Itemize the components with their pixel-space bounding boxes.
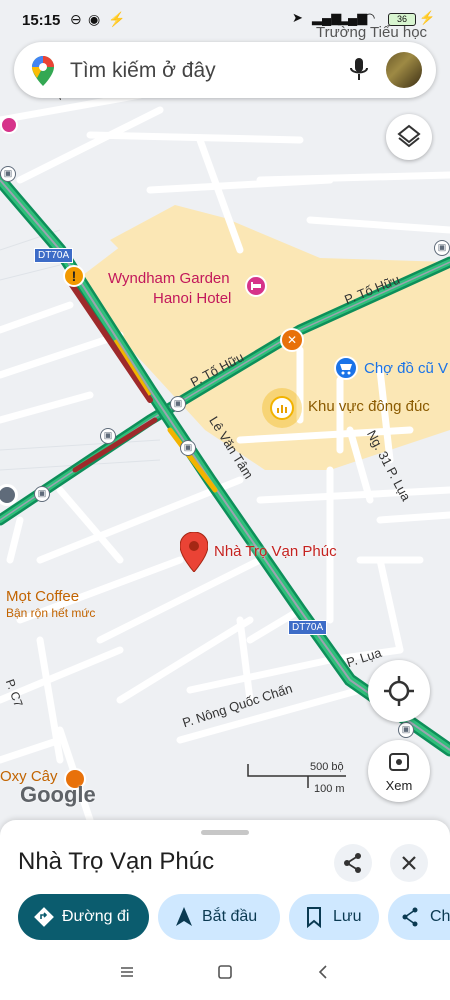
google-maps-pin-icon [32, 56, 54, 91]
directions-icon [34, 907, 54, 927]
hotel-icon[interactable] [0, 116, 18, 134]
search-bar[interactable]: Tìm kiếm ở đây [14, 42, 436, 98]
place-label[interactable]: Nhà Trọ Vạn Phúc [214, 543, 337, 560]
home-icon[interactable] [218, 965, 232, 979]
status-bar: 15:15 ⊖ ◉ ⚡ ➤ ▂▄▆ ▂▄▆ ◠ 36 ⚡ [0, 0, 450, 40]
menu-icon[interactable] [121, 967, 133, 977]
hotel-icon[interactable] [245, 275, 267, 297]
battery-level: 36 [396, 14, 407, 24]
navigation-arrow-icon [176, 907, 192, 926]
start-label: Bắt đầu [202, 908, 258, 925]
bus-stop-icon[interactable]: ▣ [34, 486, 50, 502]
save-button[interactable]: Lưu [289, 894, 379, 940]
close-button[interactable] [390, 844, 428, 882]
signal-icon: ▂▄▆ [312, 10, 342, 25]
street-view-label: Xem [385, 778, 413, 793]
messenger-icon: ◉ [88, 11, 101, 27]
scale-top-label: 500 bộ [310, 761, 344, 773]
shopping-cart-icon[interactable] [334, 356, 358, 380]
bus-stop-icon[interactable]: ▣ [0, 166, 16, 182]
close-icon [402, 856, 416, 870]
avatar[interactable] [386, 52, 422, 88]
share-icon [344, 853, 361, 873]
share-chip-button[interactable]: Ch [388, 894, 450, 940]
cafe-busy-label: Bận rộn hết mức [6, 606, 96, 620]
traffic-alert-icon[interactable]: ! [63, 265, 85, 287]
flash-icon: ⚡ [108, 11, 126, 27]
bus-stop-icon[interactable]: ▣ [180, 440, 196, 456]
sheet-drag-handle[interactable] [201, 830, 249, 835]
street-view-button[interactable]: Xem [368, 740, 430, 802]
crosshair-icon [384, 676, 414, 706]
location-icon: ➤ [292, 10, 303, 25]
directions-label: Đường đi [62, 908, 130, 925]
save-label: Lưu [333, 908, 362, 925]
share-chip-label: Ch [430, 908, 450, 925]
directions-button[interactable]: Đường đi [18, 894, 149, 940]
map-scale: 500 bộ 100 m [246, 760, 356, 800]
layers-icon [397, 124, 421, 148]
bus-stop-icon[interactable]: ▣ [170, 396, 186, 412]
crowded-area-label[interactable]: Khu vực đông đúc [308, 398, 430, 415]
notification-icon: ⊖ [70, 11, 82, 27]
battery-icon: 36 [388, 13, 416, 26]
my-location-button[interactable] [368, 660, 430, 722]
bus-stop-icon[interactable]: ▣ [398, 722, 414, 738]
bus-stop-icon[interactable]: ▣ [434, 240, 450, 256]
hotel-label-line1[interactable]: Wyndham Garden [108, 270, 230, 287]
restaurant-icon[interactable]: ✕ [280, 328, 304, 352]
search-input[interactable]: Tìm kiếm ở đây [70, 59, 216, 83]
cafe-label[interactable]: Mọt Coffee [6, 588, 79, 605]
hotel-label-line2[interactable]: Hanoi Hotel [153, 290, 231, 307]
microphone-icon[interactable] [348, 56, 370, 89]
signal-icon: ▂▄▆ [338, 10, 368, 25]
route-shield-dt70a-bottom: DT70A [288, 620, 328, 635]
bus-stop-icon[interactable]: ▣ [100, 428, 116, 444]
share-button[interactable] [334, 844, 372, 882]
charging-icon: ⚡ [419, 10, 436, 25]
bookmark-icon [307, 907, 321, 928]
system-nav-bar [0, 950, 450, 1000]
wifi-icon: ◠ [364, 10, 376, 25]
crowded-area-icon[interactable] [270, 396, 294, 420]
scale-bottom-label: 100 m [314, 783, 345, 795]
share-icon [402, 907, 418, 927]
start-button[interactable]: Bắt đầu [158, 894, 280, 940]
status-time: 15:15 [22, 12, 61, 29]
google-logo: Google [20, 782, 96, 807]
layers-button[interactable] [386, 114, 432, 160]
place-title: Nhà Trọ Vạn Phúc [18, 848, 215, 875]
market-label[interactable]: Chợ đồ cũ V [364, 360, 448, 377]
place-pin-icon[interactable] [179, 531, 209, 577]
back-icon[interactable] [318, 965, 327, 979]
route-shield-dt70a-top: DT70A [34, 248, 74, 263]
